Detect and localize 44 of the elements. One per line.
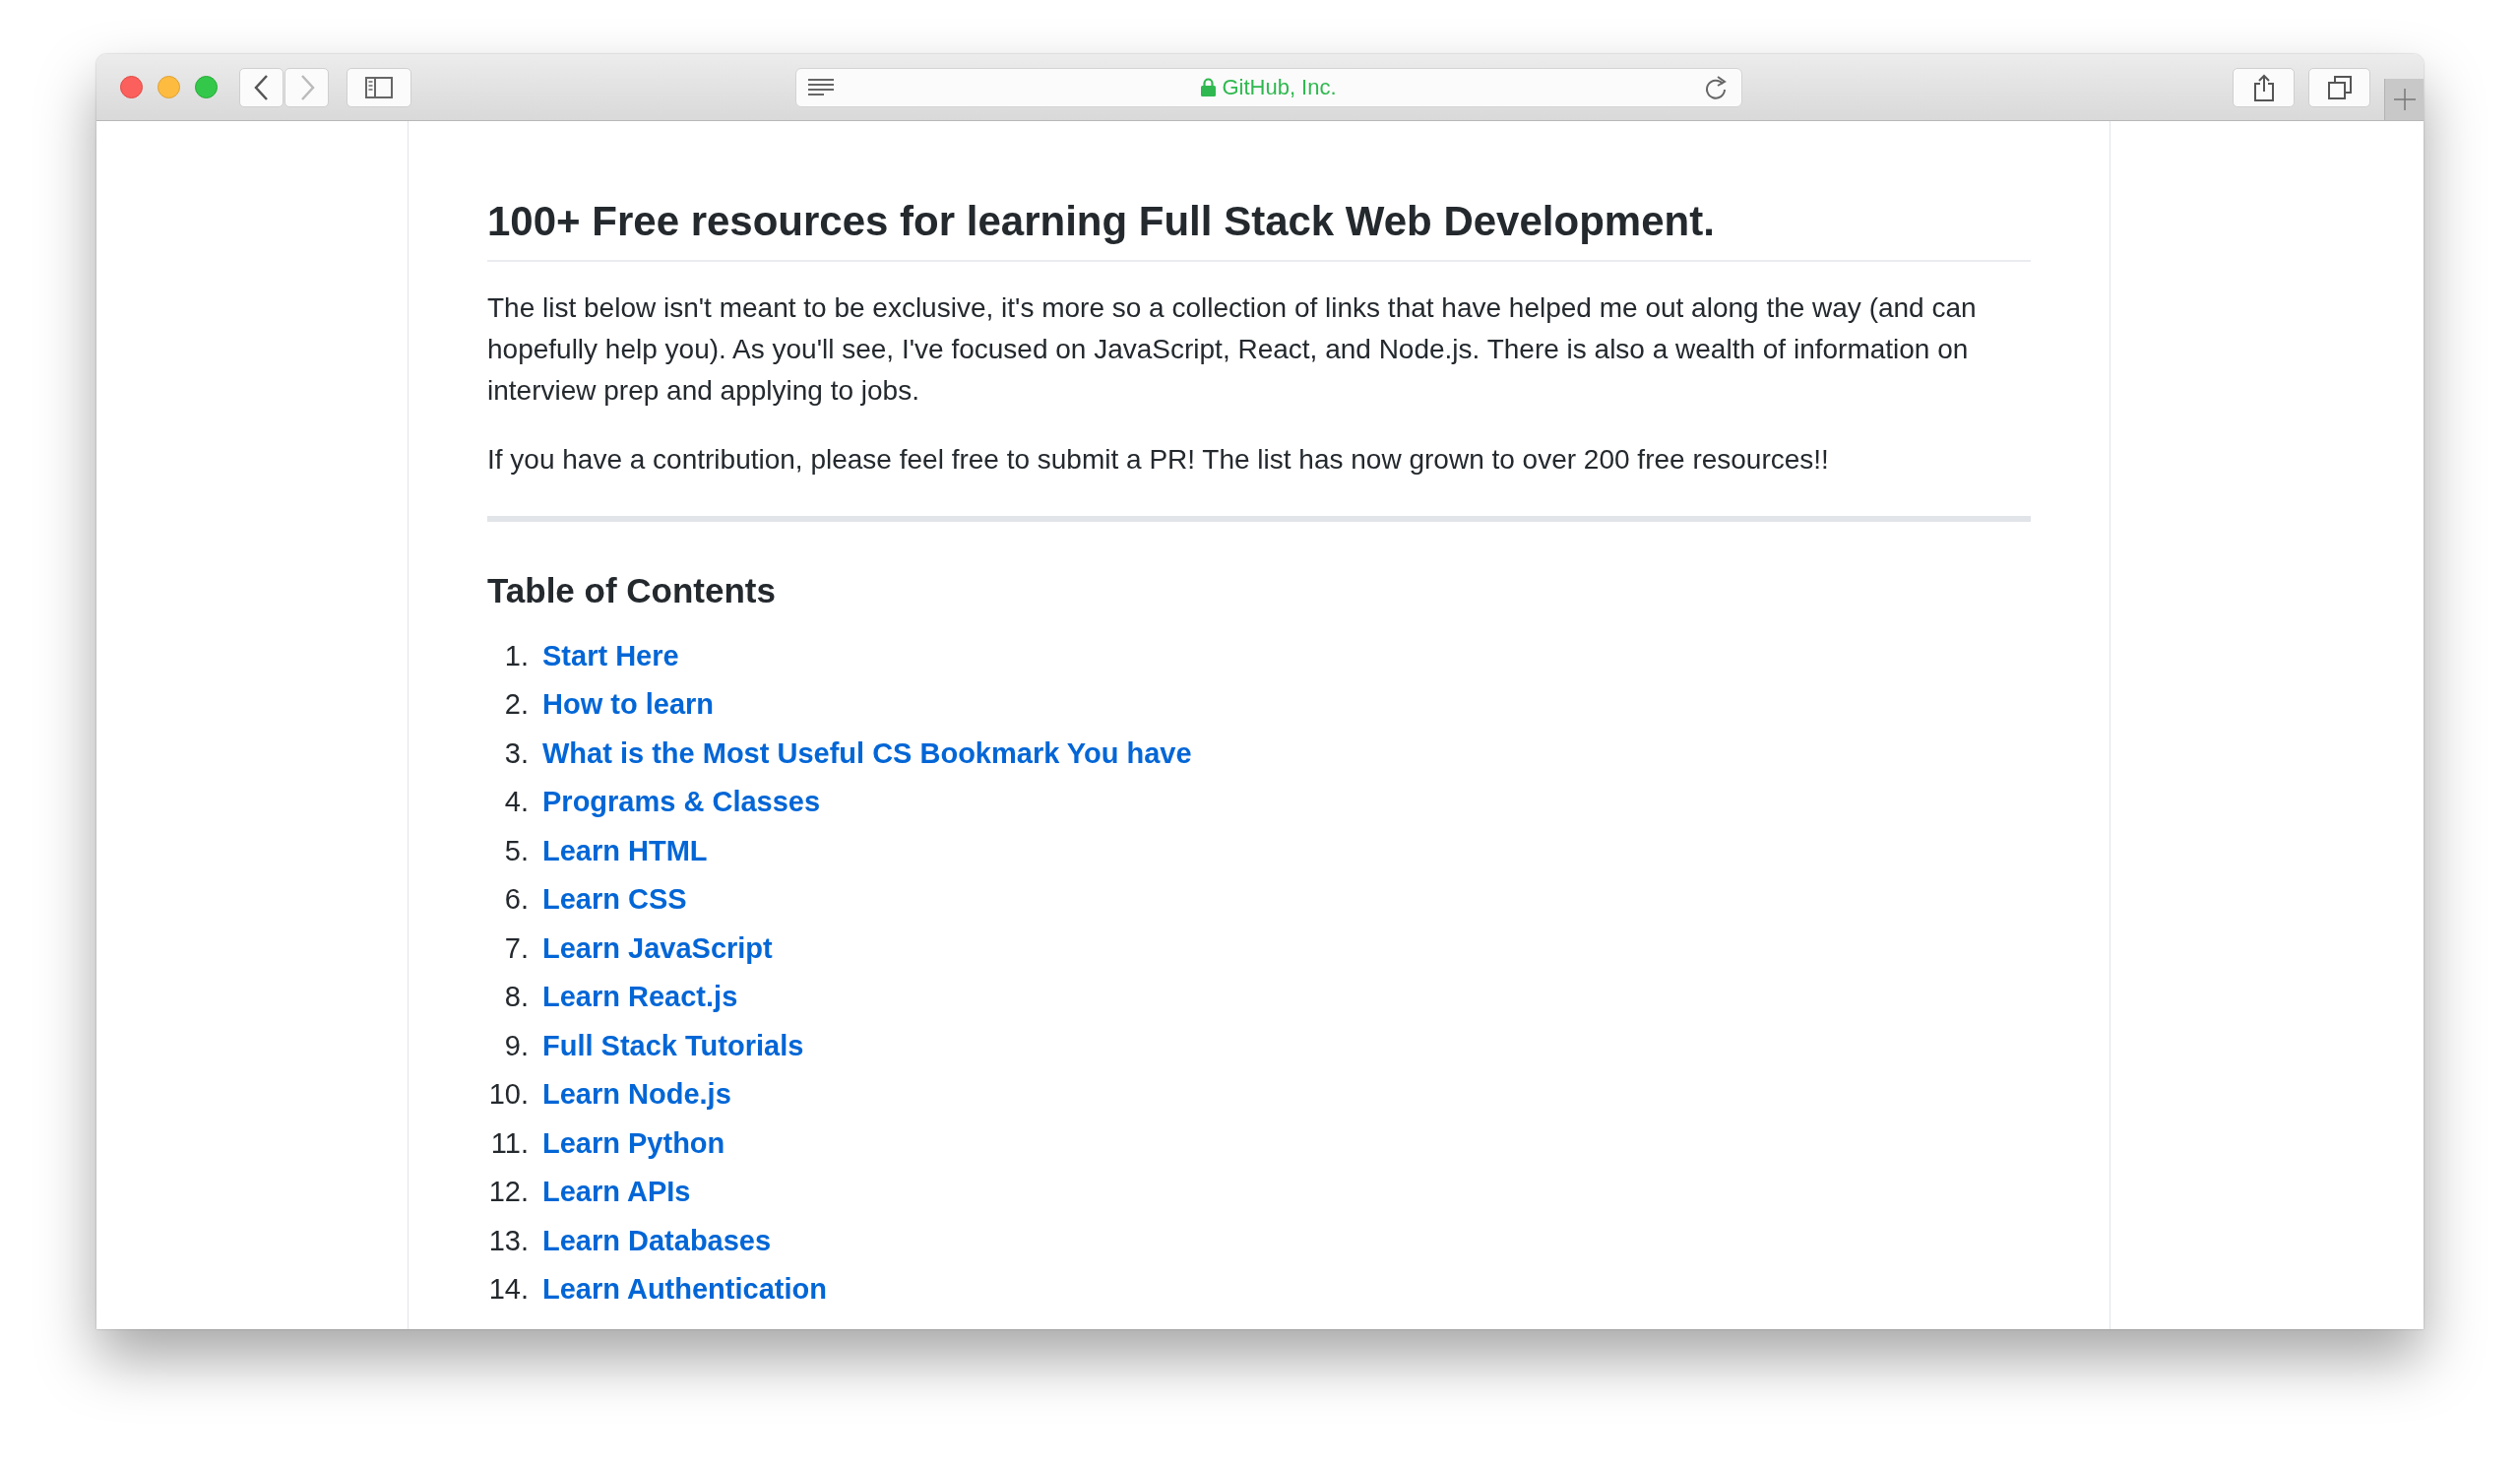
sidebar-icon bbox=[365, 76, 393, 98]
paragraph: If you have a contribution, please feel free to submit a PR! The list has now grown to over 200 free resources!! bbox=[487, 442, 1830, 477]
toc-link[interactable]: Programs & Classes bbox=[542, 786, 821, 819]
article-title: 100+ Free resources for learning Full Stack Web Development. bbox=[487, 197, 1716, 246]
plus-icon bbox=[2393, 89, 2416, 110]
toc-link[interactable]: Learn Node.js bbox=[542, 1078, 731, 1112]
list-number: 14. bbox=[487, 1273, 529, 1307]
back-button[interactable] bbox=[239, 67, 284, 107]
sidebar-button[interactable] bbox=[346, 67, 411, 107]
toc-link[interactable]: Learn Python bbox=[542, 1126, 725, 1160]
paragraph: The list below isn't meant to be exclusive, it's more so a collection of links that have helped me out along the way (and can hopefully help you). As you'll see, I've focused on JavaScript, React, and Node.js. There is also a wealth of information on interview prep and applying to jobs. bbox=[487, 290, 1978, 408]
toc-link[interactable]: Learn JavaScript bbox=[542, 931, 773, 965]
toc-link[interactable]: Full Stack Tutorials bbox=[542, 1029, 804, 1062]
list-number: 3. bbox=[503, 736, 529, 770]
toc-link[interactable]: Learn React.js bbox=[542, 981, 738, 1014]
list-number: 11. bbox=[489, 1126, 529, 1160]
list-number: 7. bbox=[503, 931, 529, 965]
list-number: 12. bbox=[487, 1176, 529, 1209]
section-heading: Table of Contents bbox=[487, 570, 777, 610]
list-number: 13. bbox=[487, 1224, 529, 1257]
tabs-icon bbox=[2327, 75, 2352, 99]
toc-link[interactable]: Learn CSS bbox=[542, 883, 687, 917]
toc-link[interactable]: Learn APIs bbox=[542, 1176, 691, 1209]
list-number: 6. bbox=[503, 883, 529, 917]
toc-link[interactable]: Learn Databases bbox=[542, 1224, 772, 1257]
toc-link[interactable]: How to learn bbox=[542, 688, 714, 722]
toc-link[interactable]: Learn Authentication bbox=[542, 1273, 827, 1307]
list-number: 2. bbox=[503, 688, 529, 722]
tabs-button[interactable] bbox=[2308, 67, 2370, 107]
list-number: 1. bbox=[503, 639, 529, 672]
close-icon[interactable] bbox=[120, 76, 143, 98]
list-number: 4. bbox=[503, 786, 529, 819]
list-number: 8. bbox=[503, 981, 529, 1014]
toc-link[interactable]: Learn HTML bbox=[542, 834, 708, 867]
reader-icon bbox=[808, 78, 834, 96]
list-number: 9. bbox=[503, 1029, 529, 1062]
list-number: 10. bbox=[487, 1078, 529, 1112]
toc-link[interactable]: Start Here bbox=[542, 639, 679, 672]
reload-icon[interactable] bbox=[1704, 74, 1728, 100]
list-number: 5. bbox=[503, 834, 529, 867]
site-name: GitHub, Inc. bbox=[1222, 74, 1337, 100]
share-icon bbox=[2252, 73, 2275, 101]
toc-link[interactable]: What is the Most Useful CS Bookmark You have bbox=[542, 736, 1192, 770]
share-button[interactable] bbox=[2233, 67, 2295, 107]
